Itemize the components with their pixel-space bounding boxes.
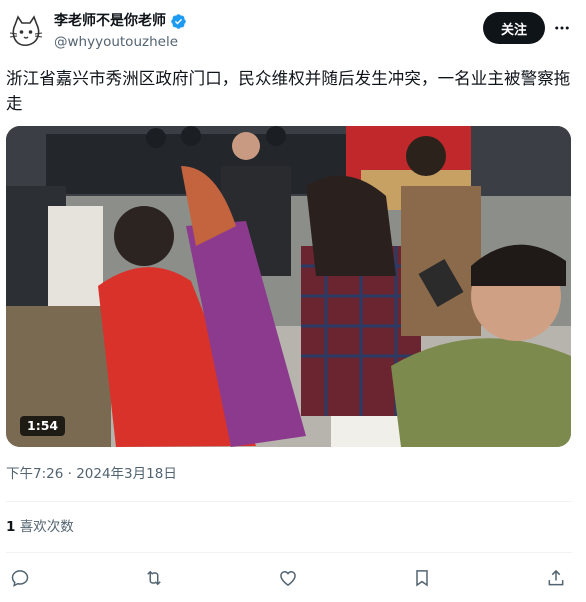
more-options-button[interactable] [549, 16, 575, 40]
author-display-name[interactable]: 李老师不是你老师 [54, 12, 166, 30]
verified-badge-icon [171, 13, 186, 29]
cat-avatar-icon [9, 15, 43, 47]
reply-icon [11, 570, 29, 587]
retweet-icon [147, 570, 161, 586]
share-button[interactable] [544, 566, 568, 590]
likes-count: 1 [6, 519, 16, 535]
video-duration: 1:54 [20, 416, 66, 436]
likes-stat[interactable]: 1 喜欢次数 [6, 518, 74, 536]
video-frame [6, 126, 571, 447]
divider [6, 501, 572, 502]
likes-label: 喜欢次数 [19, 519, 74, 535]
avatar[interactable] [6, 11, 46, 51]
tweet-timestamp[interactable]: 下午7:26 · 2024年3月18日 [6, 465, 177, 483]
divider [6, 552, 572, 553]
like-button[interactable] [276, 566, 300, 590]
like-icon [280, 570, 296, 586]
more-horizontal-icon [555, 26, 569, 30]
retweet-button[interactable] [142, 566, 166, 590]
video-player[interactable]: 1:54 [6, 126, 571, 447]
author-name-row[interactable]: 李老师不是你老师 [54, 12, 187, 30]
share-icon [548, 569, 564, 586]
author-handle[interactable]: @whyyoutouzhele [54, 34, 178, 51]
tweet-text: 浙江省嘉兴市秀洲区政府门口，民众维权并随后发生冲突，一名业主被警察拖走 [6, 69, 571, 113]
reply-button[interactable] [8, 566, 32, 590]
follow-button[interactable]: 关注 [483, 12, 545, 44]
bookmark-icon [416, 570, 428, 587]
bookmark-button[interactable] [410, 566, 434, 590]
